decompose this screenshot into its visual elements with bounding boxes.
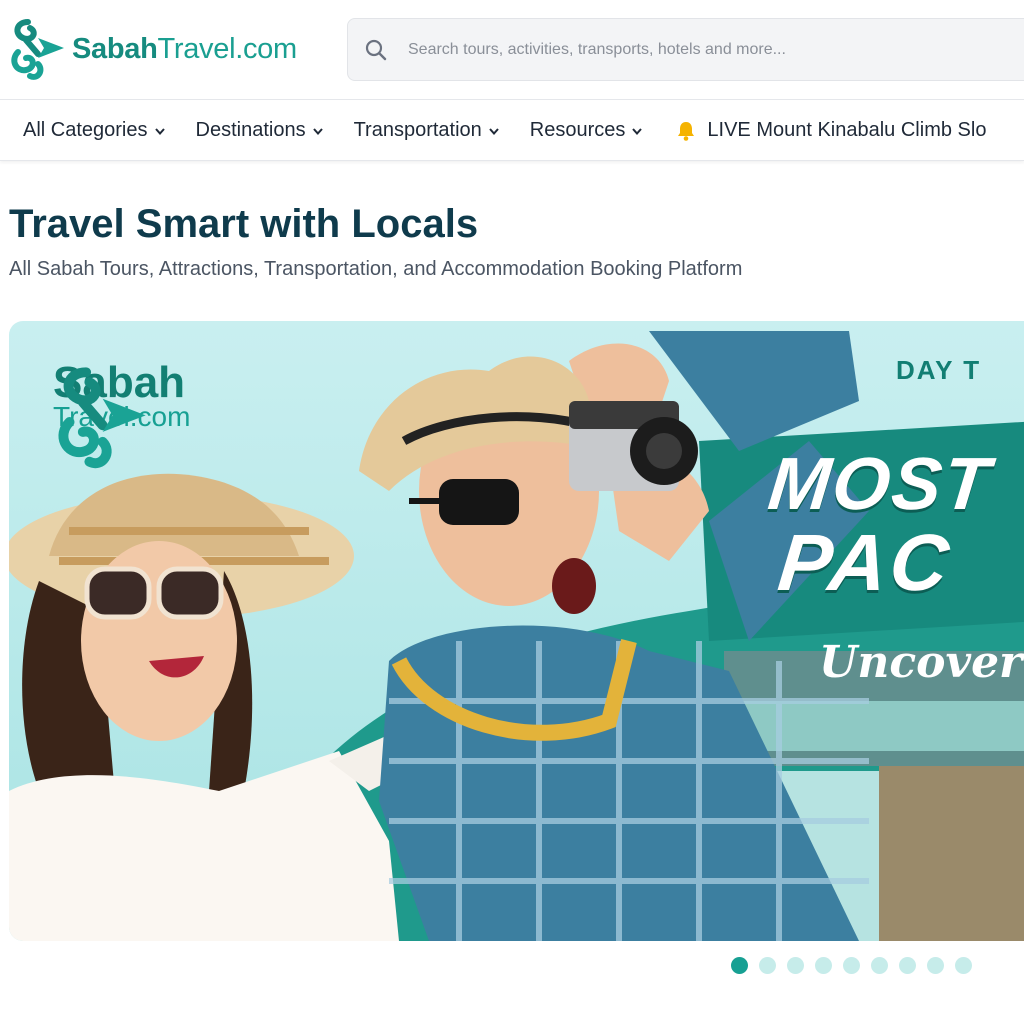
nav-label: All Categories <box>23 119 148 141</box>
bell-icon <box>678 121 695 141</box>
logo-text-light: Travel.com <box>157 32 298 65</box>
nav-transportation[interactable]: Transportation <box>354 119 500 142</box>
hero-banner[interactable]: Sabah Travel.com DAY T MOST PAC Uncover … <box>9 321 1024 941</box>
chevron-down-icon <box>632 127 643 135</box>
nav-destinations[interactable]: Destinations <box>196 119 324 142</box>
nav-label: Resources <box>529 119 626 141</box>
chevron-down-icon <box>489 127 499 135</box>
header: SabahTravel.com <box>0 0 1024 100</box>
nav-live-label: LIVE Mount Kinabalu Climb Slo <box>707 119 987 141</box>
carousel-dot[interactable] <box>815 957 832 974</box>
carousel-dot[interactable] <box>871 957 888 974</box>
carousel-dot[interactable] <box>955 957 972 974</box>
banner-logo: Sabah Travel.com <box>53 361 190 469</box>
logo-text: SabahTravel.com <box>72 33 297 66</box>
nav-resources[interactable]: Resources <box>530 119 644 142</box>
main-nav: All Categories Destinations Transportati… <box>0 101 1024 161</box>
nav-all-categories[interactable]: All Categories <box>23 119 166 142</box>
logo-mark-icon <box>11 19 64 80</box>
carousel-dot[interactable] <box>843 957 860 974</box>
banner-promo-top: DAY T <box>896 355 982 385</box>
search-icon[interactable] <box>364 38 388 62</box>
search-bar[interactable] <box>347 18 1024 81</box>
carousel-dot[interactable] <box>759 957 776 974</box>
nav-label: Destinations <box>195 119 306 141</box>
carousel-dot[interactable] <box>731 957 748 974</box>
nav-label: Transportation <box>353 119 482 141</box>
carousel-dots <box>731 957 972 974</box>
search-input[interactable] <box>408 40 968 59</box>
chevron-down-icon <box>154 127 165 135</box>
banner-promo-big-2: PAC <box>774 518 956 607</box>
site-logo[interactable]: SabahTravel.com <box>8 16 297 82</box>
nav-live-climb-slots[interactable]: LIVE Mount Kinabalu Climb Slo <box>675 119 986 142</box>
chevron-down-icon <box>312 127 323 135</box>
banner-promo-big-1: MOST <box>764 442 996 525</box>
carousel-dot[interactable] <box>787 957 804 974</box>
banner-promo-script: Uncover S <box>819 637 1024 688</box>
page-subtitle: All Sabah Tours, Attractions, Transporta… <box>9 258 743 280</box>
logo-text-strong: Sabah <box>72 32 158 65</box>
carousel-dot[interactable] <box>927 957 944 974</box>
carousel-dot[interactable] <box>899 957 916 974</box>
page-title: Travel Smart with Locals <box>9 202 479 246</box>
banner-logo-mark-icon <box>58 367 146 469</box>
